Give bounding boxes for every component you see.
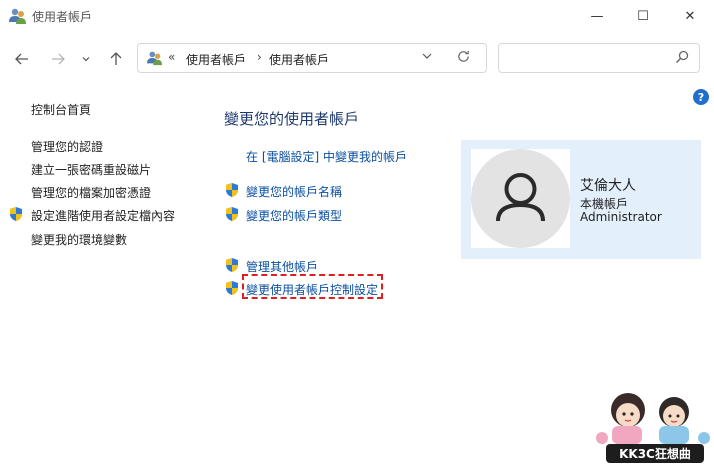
page-title: 變更您的使用者帳戶: [224, 110, 360, 128]
users-icon: [147, 51, 163, 66]
arrow-left-icon: [15, 53, 28, 65]
search-icon[interactable]: [674, 49, 690, 65]
uac-shield-icon: [226, 183, 238, 197]
advanced-profile-link[interactable]: 設定進階使用者設定檔內容: [31, 207, 175, 224]
back-button[interactable]: [8, 45, 36, 73]
search-input[interactable]: [505, 48, 669, 70]
forward-button[interactable]: [44, 45, 72, 73]
control-panel-home-link[interactable]: 控制台首頁: [31, 101, 91, 118]
kk3c-watermark-logo: KK3C狂想曲: [596, 393, 710, 463]
minimize-button[interactable]: —: [574, 0, 620, 32]
breadcrumb-item[interactable]: 使用者帳戶: [186, 51, 246, 68]
account-role: Administrator: [580, 210, 662, 224]
search-box[interactable]: [498, 43, 700, 73]
window-title: 使用者帳戶: [32, 10, 93, 24]
chevron-down-icon: [422, 53, 432, 59]
chevron-down-icon: [82, 57, 90, 62]
create-reset-disk-link[interactable]: 建立一張密碼重設磁片: [31, 161, 151, 178]
change-account-name-link[interactable]: 變更您的帳戶名稱: [246, 183, 342, 200]
address-dropdown-button[interactable]: [421, 50, 433, 65]
uac-shield-icon: [10, 207, 22, 221]
change-account-type-link[interactable]: 變更您的帳戶類型: [246, 207, 342, 224]
users-app-icon: [9, 8, 26, 24]
refresh-button[interactable]: [456, 49, 471, 68]
breadcrumb-separator-icon[interactable]: ›: [257, 50, 262, 64]
breadcrumb-overflow-icon[interactable]: «: [168, 50, 175, 64]
arrow-right-icon: [52, 53, 65, 65]
address-bar[interactable]: « 使用者帳戶 › 使用者帳戶: [137, 43, 487, 73]
uac-shield-icon: [226, 258, 238, 272]
refresh-icon: [458, 50, 469, 62]
arrow-up-icon: [110, 52, 122, 65]
highlight-annotation: [242, 274, 383, 299]
close-button[interactable]: ✕: [667, 0, 713, 32]
manage-encryption-certs-link[interactable]: 管理您的檔案加密憑證: [31, 184, 151, 201]
pc-settings-account-link[interactable]: 在 [電腦設定] 中變更我的帳戶: [246, 148, 407, 165]
avatar: [471, 149, 570, 248]
watermark-text: KK3C狂想曲: [619, 446, 691, 461]
help-button[interactable]: ?: [693, 89, 709, 105]
up-button[interactable]: [102, 45, 130, 73]
breadcrumb-item[interactable]: 使用者帳戶: [269, 51, 329, 68]
user-icon: [496, 173, 545, 222]
uac-shield-icon: [226, 207, 238, 221]
manage-credentials-link[interactable]: 管理您的認證: [31, 138, 103, 155]
environment-variables-link[interactable]: 變更我的環境變數: [31, 231, 127, 248]
maximize-button[interactable]: ☐: [620, 0, 666, 32]
uac-shield-icon: [226, 281, 238, 295]
manage-other-accounts-link[interactable]: 管理其他帳戶: [246, 258, 318, 275]
account-name: 艾倫大人: [580, 178, 636, 194]
recent-locations-button[interactable]: [76, 45, 96, 73]
